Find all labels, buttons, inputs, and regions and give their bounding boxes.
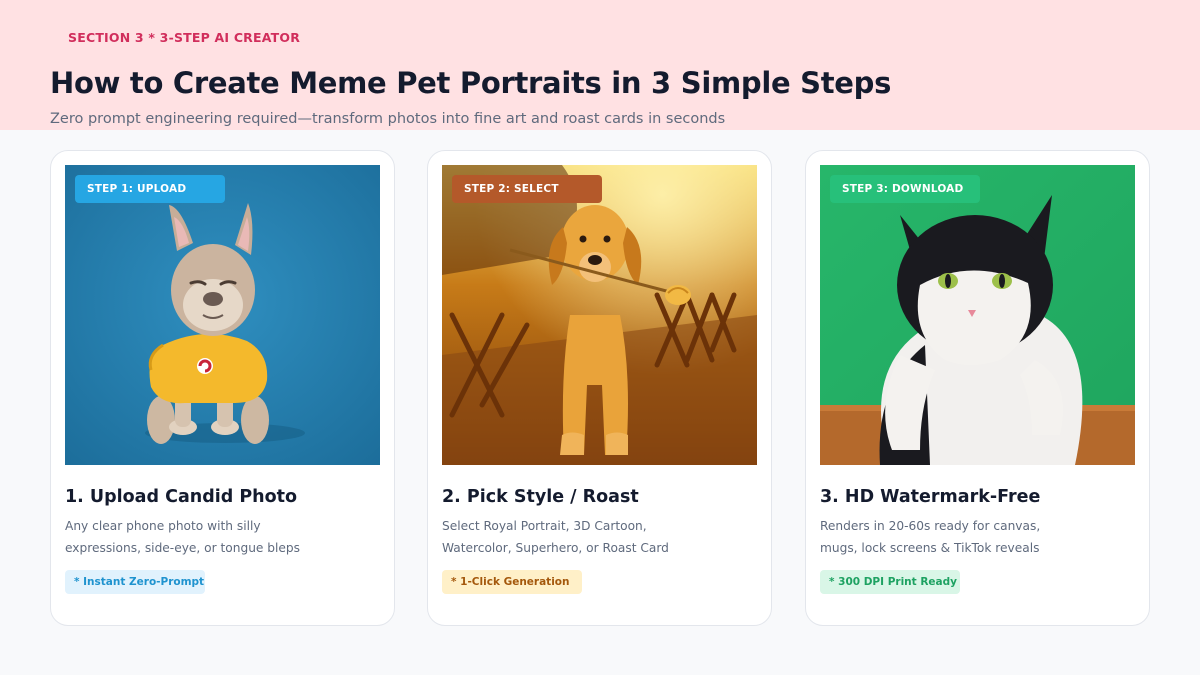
card-description-select: Select Royal Portrait, 3D Cartoon, Water…: [442, 515, 742, 559]
step-card-download: STEP 3: DOWNLOAD 3. HD Watermark-Free Re…: [805, 150, 1150, 626]
french-bulldog-photo: STEP 1: UPLOAD: [65, 165, 380, 465]
golden-retriever-photo: STEP 2: SELECT: [442, 165, 757, 465]
section-eyebrow: SECTION 3 * 3-STEP AI CREATOR: [68, 30, 301, 45]
card-description-line: Any clear phone photo with silly: [65, 519, 261, 533]
step-card-upload: STEP 1: UPLOAD 1. Upload Candid Photo An…: [50, 150, 395, 626]
feature-tag-instant-zero-prompt: * Instant Zero-Prompt: [65, 570, 205, 594]
card-description-line: Select Royal Portrait, 3D Cartoon,: [442, 519, 647, 533]
step-badge-download: STEP 3: DOWNLOAD: [830, 175, 980, 203]
page-title: How to Create Meme Pet Portraits in 3 Si…: [50, 66, 892, 100]
card-description-line: expressions, side-eye, or tongue bleps: [65, 541, 301, 555]
card-description-line: Watercolor, Superhero, or Roast Card: [442, 541, 669, 555]
tuxedo-cat-photo: STEP 3: DOWNLOAD: [820, 165, 1135, 465]
card-description-line: mugs, lock screens & TikTok reveals: [820, 541, 1040, 555]
card-title-select: 2. Pick Style / Roast: [442, 487, 639, 507]
card-title-download: 3. HD Watermark-Free: [820, 487, 1041, 507]
feature-tag-300-dpi-print-ready: * 300 DPI Print Ready: [820, 570, 960, 594]
step-badge-upload: STEP 1: UPLOAD: [75, 175, 225, 203]
card-description-line: Renders in 20-60s ready for canvas,: [820, 519, 1041, 533]
step-badge-select: STEP 2: SELECT: [452, 175, 602, 203]
page-subtitle: Zero prompt engineering required—transfo…: [50, 111, 726, 127]
card-description-upload: Any clear phone photo with silly express…: [65, 515, 365, 559]
feature-tag-one-click-generation: * 1-Click Generation: [442, 570, 582, 594]
step-card-select: STEP 2: SELECT 2. Pick Style / Roast Sel…: [427, 150, 772, 626]
card-description-download: Renders in 20-60s ready for canvas, mugs…: [820, 515, 1120, 559]
card-title-upload: 1. Upload Candid Photo: [65, 487, 298, 507]
